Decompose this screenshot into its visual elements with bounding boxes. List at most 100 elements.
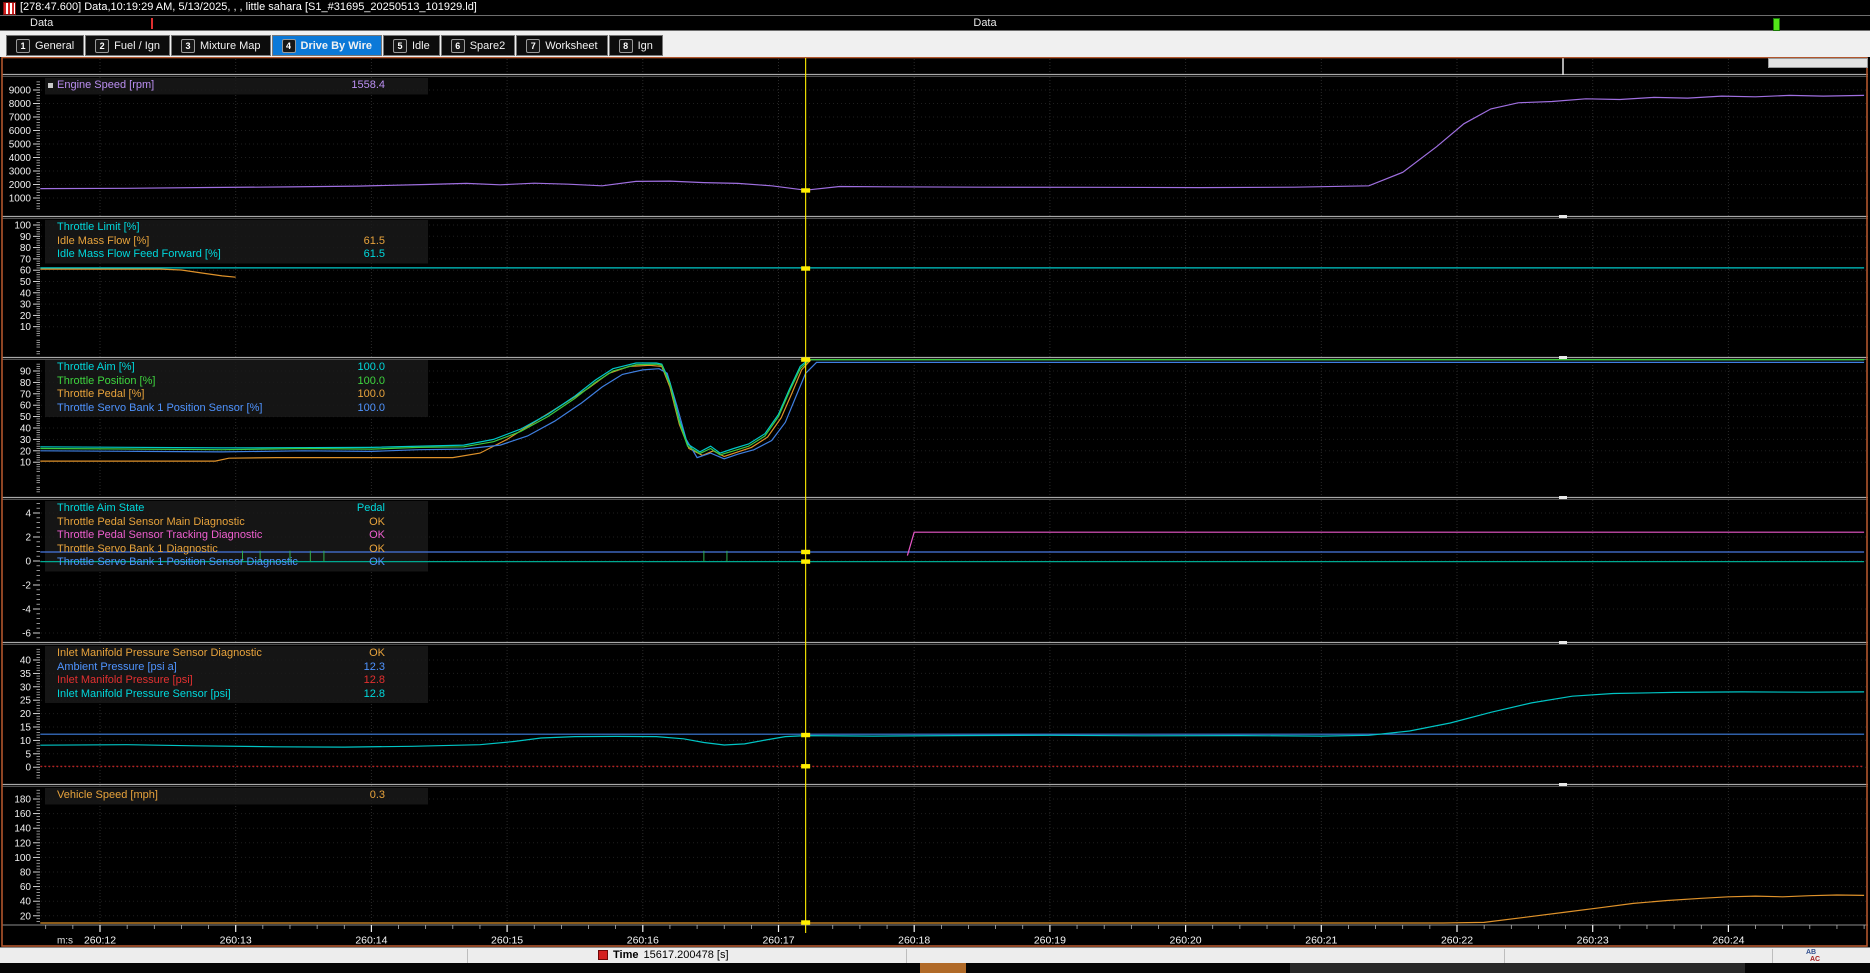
tab-number-badge: 5 xyxy=(393,39,407,53)
tab-label: Worksheet xyxy=(545,40,597,52)
channel-label: Inlet Manifold Pressure [psi] xyxy=(57,674,193,688)
menu-item-data[interactable]: Data xyxy=(30,17,53,29)
window-title: [278:47.600] Data,10:19:29 AM, 5/13/2025… xyxy=(20,1,477,13)
cursor-time-readout: Time 15617.200478 [s] xyxy=(598,949,729,961)
channel-label: Throttle Pedal Sensor Tracking Diagnosti… xyxy=(57,529,262,543)
channel-label: Throttle Servo Bank 1 Position Sensor [%… xyxy=(57,402,262,416)
channel-label: Throttle Servo Bank 1 Diagnostic xyxy=(57,543,218,557)
time-value: 15617.200478 [s] xyxy=(643,949,728,961)
menu-cursor-mark xyxy=(151,18,153,29)
tab-label: Mixture Map xyxy=(200,40,261,52)
channel-row-throttle-0[interactable]: Throttle Aim [%] 100.0 xyxy=(45,361,385,375)
tab-idle[interactable]: 5 Idle xyxy=(383,35,440,56)
tab-general[interactable]: 1 General xyxy=(6,35,84,56)
channel-value: 0.3 xyxy=(370,789,385,803)
channel-row-diagnostics-1[interactable]: Throttle Pedal Sensor Main Diagnostic OK xyxy=(45,516,385,530)
channel-value: 61.5 xyxy=(364,235,385,249)
channel-value: OK xyxy=(369,516,385,530)
channel-row-diagnostics-4[interactable]: Throttle Servo Bank 1 Position Sensor Di… xyxy=(45,556,385,570)
status-led-icon xyxy=(1773,18,1780,31)
tab-worksheet[interactable]: 7 Worksheet xyxy=(516,35,607,56)
channel-label: Inlet Manifold Pressure Sensor [psi] xyxy=(57,688,231,702)
channel-row-engine-speed-0[interactable]: Engine Speed [rpm] 1558.4 xyxy=(45,79,385,93)
tab-number-badge: 6 xyxy=(451,39,465,53)
channel-row-vehicle-speed-0[interactable]: Vehicle Speed [mph] 0.3 xyxy=(45,789,385,803)
time-marker-icon xyxy=(598,950,608,960)
status-divider xyxy=(1772,949,1773,963)
channel-label: Idle Mass Flow [%] xyxy=(57,235,149,249)
taskbar-strip xyxy=(0,963,1870,973)
channel-label: Throttle Aim [%] xyxy=(57,361,135,375)
tab-drive-by-wire[interactable]: 4 Drive By Wire xyxy=(272,35,382,56)
tab-label: Drive By Wire xyxy=(301,40,372,52)
status-divider xyxy=(467,949,468,963)
channel-row-throttle-2[interactable]: Throttle Pedal [%] 100.0 xyxy=(45,388,385,402)
channel-value: Pedal xyxy=(357,502,385,516)
tab-number-badge: 4 xyxy=(282,39,296,53)
channel-row-throttle-3[interactable]: Throttle Servo Bank 1 Position Sensor [%… xyxy=(45,402,385,416)
tab-mixture-map[interactable]: 3 Mixture Map xyxy=(171,35,271,56)
channel-label: Ambient Pressure [psi a] xyxy=(57,661,177,675)
channel-label: Throttle Limit [%] xyxy=(57,221,140,235)
menu-bar: Data Data xyxy=(0,15,1870,31)
channel-value: 100.0 xyxy=(357,361,385,375)
tab-label: Idle xyxy=(412,40,430,52)
tab-spare2[interactable]: 6 Spare2 xyxy=(441,35,515,56)
tab-number-badge: 7 xyxy=(526,39,540,53)
channel-row-idle-2[interactable]: Idle Mass Flow Feed Forward [%]61.5 xyxy=(45,248,385,262)
tab-label: General xyxy=(35,40,74,52)
channel-value: OK xyxy=(369,556,385,570)
channel-value: 12.3 xyxy=(364,661,385,675)
channel-label: Idle Mass Flow Feed Forward [%] xyxy=(57,248,221,262)
tab-number-badge: 2 xyxy=(95,39,109,53)
lang-ab: AB xyxy=(1806,949,1816,956)
tab-label: Ign xyxy=(638,40,653,52)
channel-row-throttle-1[interactable]: Throttle Position [%] 100.0 xyxy=(45,375,385,389)
channel-swatch-icon xyxy=(48,83,53,88)
channel-row-idle-0[interactable]: Throttle Limit [%] xyxy=(45,221,385,235)
channel-legend-layer: Engine Speed [rpm] 1558.4 Throttle Limit [… xyxy=(0,0,1870,973)
channel-row-diagnostics-3[interactable]: Throttle Servo Bank 1 Diagnostic OK xyxy=(45,543,385,557)
channel-row-pressure-1[interactable]: Ambient Pressure [psi a] 12.3 xyxy=(45,661,385,675)
taskbar-segment-orange xyxy=(920,963,966,973)
status-bar: Time 15617.200478 [s] AB AC xyxy=(0,947,1870,963)
channel-label: Throttle Position [%] xyxy=(57,375,155,389)
channel-label: Vehicle Speed [mph] xyxy=(57,789,158,803)
channel-label: Engine Speed [rpm] xyxy=(57,79,154,93)
channel-value: OK xyxy=(369,529,385,543)
channel-label: Throttle Aim State xyxy=(57,502,144,516)
lang-ac: AC xyxy=(1810,956,1820,963)
channel-row-diagnostics-0[interactable]: Throttle Aim State Pedal xyxy=(45,502,385,516)
tab-label: Fuel / Ign xyxy=(114,40,160,52)
channel-value: 100.0 xyxy=(357,388,385,402)
channel-value: 100.0 xyxy=(357,375,385,389)
channel-label: Throttle Pedal [%] xyxy=(57,388,144,402)
channel-row-diagnostics-2[interactable]: Throttle Pedal Sensor Tracking Diagnosti… xyxy=(45,529,385,543)
tab-fuel-ign[interactable]: 2 Fuel / Ign xyxy=(85,35,170,56)
taskbar-segment-gray xyxy=(1290,963,1745,973)
tab-ign[interactable]: 8 Ign xyxy=(609,35,663,56)
tab-number-badge: 8 xyxy=(619,39,633,53)
channel-label: Inlet Manifold Pressure Sensor Diagnosti… xyxy=(57,647,262,661)
channel-value: 100.0 xyxy=(357,402,385,416)
status-divider xyxy=(1504,949,1505,963)
channel-value: OK xyxy=(369,647,385,661)
tab-label: Spare2 xyxy=(470,40,505,52)
tab-number-badge: 3 xyxy=(181,39,195,53)
channel-value: OK xyxy=(369,543,385,557)
time-label: Time xyxy=(613,949,638,961)
workbook-caption: Data xyxy=(945,17,1025,29)
channel-label: Throttle Pedal Sensor Main Diagnostic xyxy=(57,516,245,530)
channel-row-idle-1[interactable]: Idle Mass Flow [%] 61.5 xyxy=(45,235,385,249)
title-bar: [278:47.600] Data,10:19:29 AM, 5/13/2025… xyxy=(0,0,1870,15)
language-indicator[interactable]: AB AC xyxy=(1806,949,1820,963)
status-divider xyxy=(906,949,907,963)
app-icon xyxy=(3,2,16,15)
channel-row-pressure-2[interactable]: Inlet Manifold Pressure [psi] 12.8 xyxy=(45,674,385,688)
tab-number-badge: 1 xyxy=(16,39,30,53)
channel-row-pressure-3[interactable]: Inlet Manifold Pressure Sensor [psi]12.8 xyxy=(45,688,385,702)
channel-value: 12.8 xyxy=(364,674,385,688)
channel-value: 1558.4 xyxy=(351,79,385,93)
channel-label: Throttle Servo Bank 1 Position Sensor Di… xyxy=(57,556,298,570)
channel-row-pressure-0[interactable]: Inlet Manifold Pressure Sensor Diagnosti… xyxy=(45,647,385,661)
